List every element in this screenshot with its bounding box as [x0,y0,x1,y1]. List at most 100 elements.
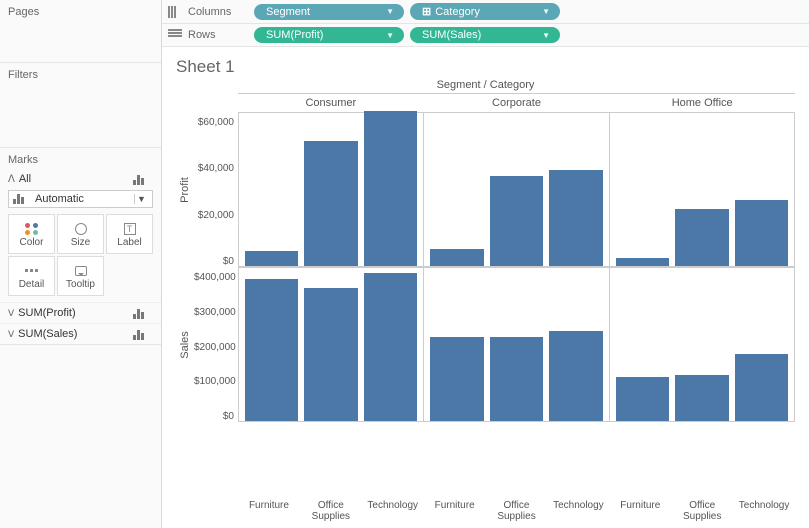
pages-panel: Pages [0,0,161,63]
rows-shelf-label: Rows [168,29,248,41]
bar[interactable] [616,258,669,266]
bar[interactable] [675,375,728,421]
marks-panel: Marks ᐱ All Automatic ▼ Color Size [0,148,161,345]
bar[interactable] [430,337,483,421]
segment-cell [423,268,608,421]
size-icon [75,223,87,235]
chevron-down-icon: ▼ [542,7,550,16]
tooltip-label: Tooltip [66,279,95,290]
category-label[interactable]: Technology [547,497,609,522]
pill-label: Category [435,6,480,18]
segment-cell [609,268,795,421]
bar-icon [133,328,153,340]
chart-row: Sales$400,000$300,000$200,000$100,000$0 [176,267,795,422]
columns-icon [168,6,182,18]
segment-cell [423,113,608,266]
marks-measure-profit[interactable]: ᐯ SUM(Profit) [0,302,161,323]
marks-measure-sales[interactable]: ᐯ SUM(Sales) [0,323,161,344]
tooltip-button[interactable]: Tooltip [57,256,104,296]
category-label[interactable]: OfficeSupplies [486,497,548,522]
chart-row: Profit$60,000$40,000$20,000$0 [176,112,795,267]
mark-type-dropdown[interactable]: Automatic ▼ [8,190,153,208]
chevron-down-icon: ᐯ [8,308,14,319]
segment-header[interactable]: Corporate [424,93,610,112]
chart-area: Profit$60,000$40,000$20,000$0Sales$400,0… [176,112,795,497]
rows-shelf[interactable]: Rows SUM(Profit) ▼ SUM(Sales) ▼ [162,24,809,47]
columns-shelf-label: Columns [168,6,248,18]
bar[interactable] [245,251,298,266]
filters-shelf[interactable] [0,87,161,147]
bar[interactable] [490,337,543,422]
filters-header: Filters [0,63,161,87]
segment-cell [609,113,795,266]
segment-header[interactable]: Consumer [238,93,424,112]
pill-sales[interactable]: SUM(Sales) ▼ [410,27,560,43]
label-icon: T [124,223,136,235]
y-axis-title[interactable]: Sales [176,267,194,422]
mark-type-label: Automatic [31,193,134,205]
columns-shelf[interactable]: Columns Segment ▼ ⊞ Category ▼ [162,0,809,24]
pill-label: Segment [266,6,310,18]
bar[interactable] [549,331,602,421]
bar[interactable] [616,377,669,421]
chevron-down-icon: ▼ [134,194,148,204]
bar[interactable] [490,176,543,266]
bar[interactable] [549,170,602,266]
label-label: Label [117,237,141,248]
category-label[interactable]: OfficeSupplies [671,497,733,522]
sheet-title[interactable]: Sheet 1 [176,57,795,77]
category-labels: FurnitureOfficeSuppliesTechnologyFurnitu… [238,497,795,522]
size-button[interactable]: Size [57,214,104,254]
detail-label: Detail [19,279,45,290]
category-label[interactable]: Furniture [238,497,300,522]
segment-cell [238,268,423,421]
marks-button-grid: Color Size T Label Detail Tooltip [8,214,153,296]
pages-shelf[interactable] [0,24,161,62]
bar[interactable] [304,288,357,421]
pill-category[interactable]: ⊞ Category ▼ [410,3,560,20]
bar-icon [133,173,153,185]
detail-icon [25,269,38,272]
chevron-down-icon: ᐯ [8,329,14,340]
bar[interactable] [735,354,788,421]
bar[interactable] [735,200,788,266]
pill-segment[interactable]: Segment ▼ [254,4,404,20]
bar[interactable] [364,273,417,421]
bar-icon [13,194,31,204]
plot-row [238,112,795,267]
viz-area: Sheet 1 Segment / Category ConsumerCorpo… [162,47,809,528]
column-header-title: Segment / Category [176,79,795,91]
chevron-down-icon: ▼ [386,31,394,40]
segment-headers: ConsumerCorporateHome Office [238,93,795,112]
y-axis-title[interactable]: Profit [176,112,194,267]
y-axis-ticks: $400,000$300,000$200,000$100,000$0 [194,267,238,422]
tooltip-icon [75,266,87,276]
bar[interactable] [304,141,357,266]
category-label[interactable]: Furniture [609,497,671,522]
label-button[interactable]: T Label [106,214,153,254]
bar-icon [133,307,153,319]
pill-profit[interactable]: SUM(Profit) ▼ [254,27,404,43]
measure-label: SUM(Profit) [18,307,133,319]
filters-panel: Filters [0,63,161,148]
segment-header[interactable]: Home Office [609,93,795,112]
side-panels: Pages Filters Marks ᐱ All Automatic ▼ C [0,0,162,528]
category-label[interactable]: Technology [733,497,795,522]
bar[interactable] [430,249,483,266]
category-label[interactable]: OfficeSupplies [300,497,362,522]
chevron-down-icon: ▼ [542,31,550,40]
category-label[interactable]: Furniture [424,497,486,522]
segment-cell [238,113,423,266]
bar[interactable] [245,279,298,421]
detail-button[interactable]: Detail [8,256,55,296]
chevron-up-icon: ᐱ [8,174,15,185]
color-icon [25,223,39,235]
category-label[interactable]: Technology [362,497,424,522]
color-button[interactable]: Color [8,214,55,254]
bar[interactable] [364,111,417,266]
marks-all-row[interactable]: ᐱ All [0,170,161,188]
plot-row [238,267,795,422]
chevron-down-icon: ▼ [386,7,394,16]
bar[interactable] [675,209,728,266]
pill-label: SUM(Profit) [266,29,323,41]
